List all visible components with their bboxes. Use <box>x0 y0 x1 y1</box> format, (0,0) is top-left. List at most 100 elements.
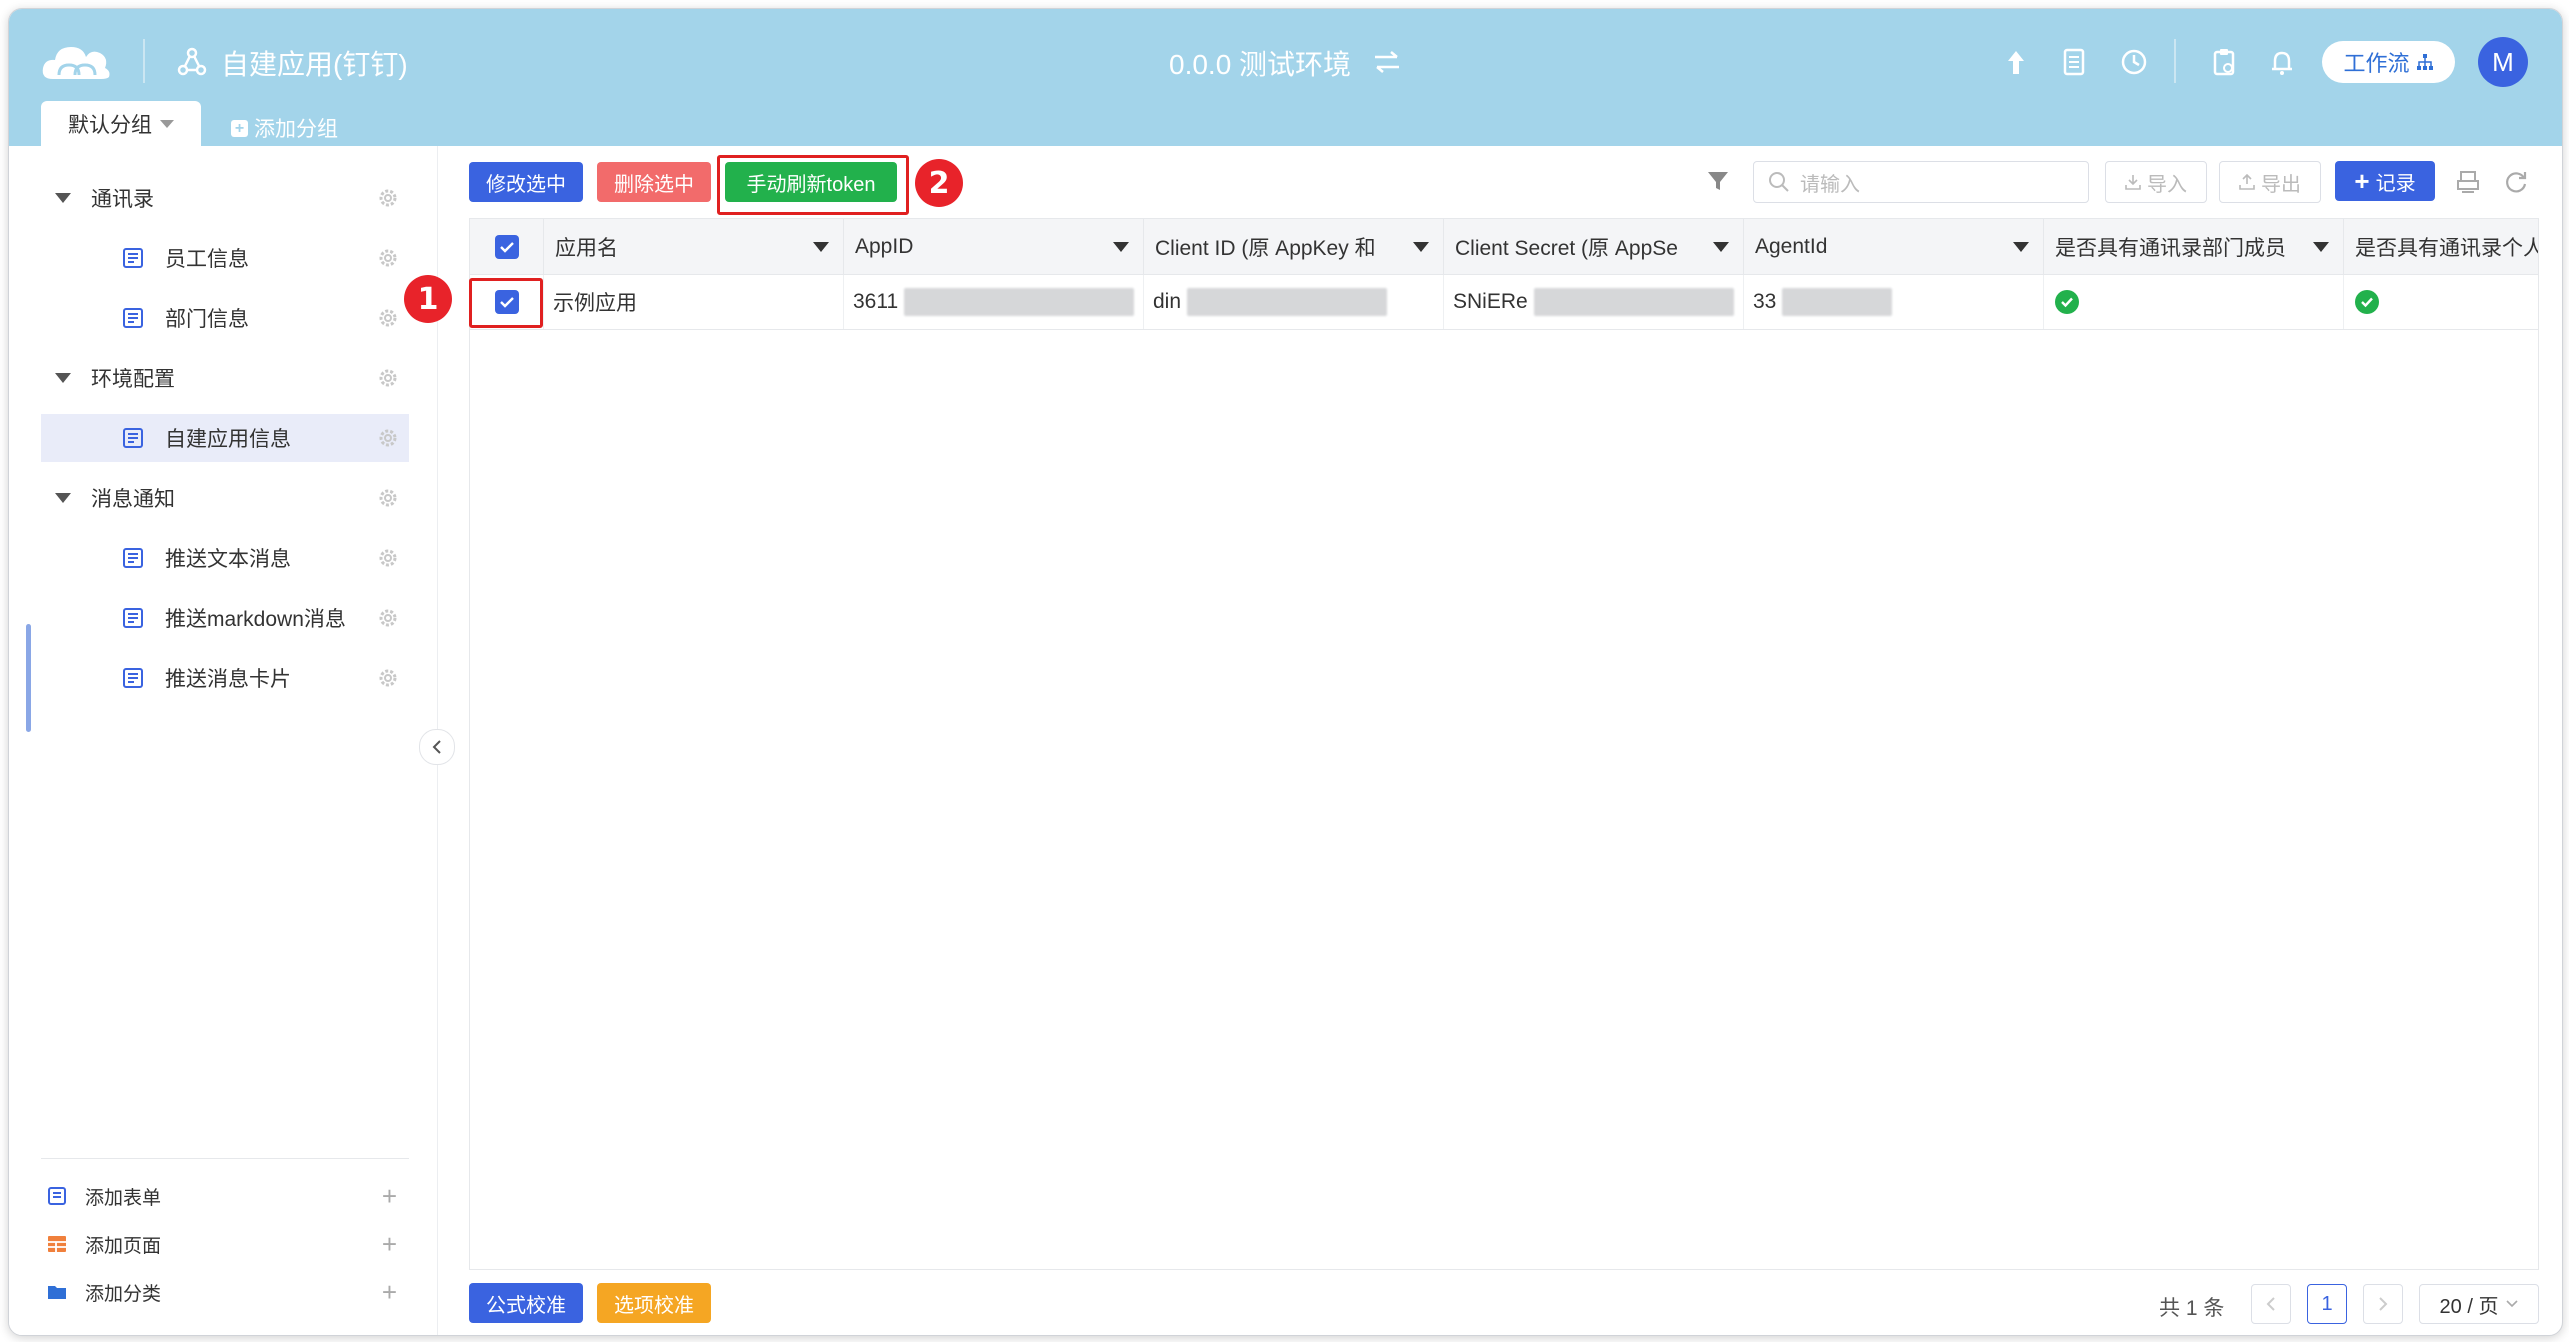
column-header-dept-permission[interactable]: 是否具有通讯录部门成员 <box>2043 219 2344 274</box>
column-header-agent-id[interactable]: AgentId <box>1743 219 2044 274</box>
column-label: AppID <box>855 234 914 258</box>
add-page-button[interactable]: 添加页面 + <box>47 1224 409 1264</box>
formula-check-button[interactable]: 公式校准 <box>469 1283 583 1323</box>
sidebar-group-notifications[interactable]: 消息通知 <box>41 474 409 522</box>
column-header-appid[interactable]: AppID <box>843 219 1144 274</box>
cell-personal-permission[interactable] <box>2343 275 2538 329</box>
select-all-checkbox-cell[interactable] <box>470 219 544 274</box>
sidebar-item-push-card[interactable]: 推送消息卡片 <box>41 654 409 702</box>
add-category-button[interactable]: 添加分类 + <box>47 1272 409 1312</box>
add-page-label: 添加页面 <box>85 1235 162 1257</box>
print-icon[interactable] <box>2455 169 2481 195</box>
next-page-button[interactable] <box>2363 1284 2403 1324</box>
cell-dept-permission[interactable] <box>2043 275 2344 329</box>
gear-icon[interactable] <box>377 247 399 269</box>
add-form-button[interactable]: 添加表单 + <box>47 1176 409 1216</box>
column-header-client-secret[interactable]: Client Secret (原 AppSe <box>1443 219 1744 274</box>
form-icon <box>123 308 143 328</box>
cell-client-id[interactable]: din <box>1143 275 1444 329</box>
filter-icon[interactable] <box>1706 169 1730 193</box>
import-button[interactable]: 导入 <box>2105 161 2207 203</box>
caret-down-icon <box>55 193 71 203</box>
plus-icon: + <box>381 1228 397 1259</box>
tab-default-group[interactable]: 默认分组 <box>41 101 201 146</box>
annotation-badge-2: 2 <box>915 159 963 207</box>
plus-icon: + <box>381 1276 397 1307</box>
search-field[interactable]: 请输入 <box>1753 161 2089 203</box>
user-avatar[interactable]: M <box>2478 37 2528 87</box>
column-header-client-id[interactable]: Client ID (原 AppKey 和 <box>1143 219 1444 274</box>
app-title[interactable]: 自建应用(钉钉) <box>221 43 408 83</box>
cell-agent-id[interactable]: 33 <box>1743 275 2044 329</box>
column-menu-icon[interactable] <box>1113 241 1129 252</box>
environment-title[interactable]: 0.0.0 测试环境 <box>1169 43 1351 83</box>
upload-arrow-icon[interactable] <box>2001 47 2031 77</box>
table-row[interactable]: 示例应用 3611 din SNiERe 33 <box>470 275 2538 330</box>
column-menu-icon[interactable] <box>2013 241 2029 252</box>
column-header-personal-permission[interactable]: 是否具有通讯录个人 <box>2343 219 2538 274</box>
app-structure-icon <box>177 47 207 76</box>
sidebar-divider <box>41 1158 409 1159</box>
clipboard-settings-icon[interactable] <box>2209 47 2239 77</box>
column-header-app-name[interactable]: 应用名 <box>543 219 844 274</box>
sidebar-group-env-config[interactable]: 环境配置 <box>41 354 409 402</box>
page-size-select[interactable]: 20 / 页 <box>2419 1284 2539 1324</box>
column-menu-icon[interactable] <box>2313 241 2329 252</box>
column-menu-icon[interactable] <box>1713 241 1729 252</box>
cell-client-secret[interactable]: SNiERe <box>1443 275 1744 329</box>
edit-selected-button[interactable]: 修改选中 <box>469 162 583 202</box>
page-number-button[interactable]: 1 <box>2307 1284 2347 1324</box>
column-menu-icon[interactable] <box>813 241 829 252</box>
gear-icon[interactable] <box>377 187 399 209</box>
workflow-button[interactable]: 工作流 <box>2322 41 2455 83</box>
gear-icon[interactable] <box>377 607 399 629</box>
prev-page-button[interactable] <box>2251 1284 2291 1324</box>
workflow-tree-icon <box>2416 54 2433 70</box>
cell-text: 33 <box>1753 290 1777 313</box>
select-all-checkbox[interactable] <box>494 234 519 259</box>
sidebar-item-push-markdown[interactable]: 推送markdown消息 <box>41 594 409 642</box>
top-bar: 自建应用(钉钉) 0.0.0 测试环境 工作流 M 默认分组 + 添加分组 <box>9 9 2562 146</box>
gear-icon[interactable] <box>377 427 399 449</box>
add-record-button[interactable]: + 记录 <box>2335 161 2435 201</box>
sidebar-group-label: 环境配置 <box>91 368 175 391</box>
form-icon <box>123 428 143 448</box>
refresh-token-button[interactable]: 手动刷新token <box>725 162 897 202</box>
collapse-sidebar-button[interactable] <box>419 729 455 765</box>
gear-icon[interactable] <box>377 547 399 569</box>
cell-app-name[interactable]: 示例应用 <box>543 275 844 329</box>
cell-text: 3611 <box>853 290 899 313</box>
export-button[interactable]: 导出 <box>2219 161 2321 203</box>
cell-appid[interactable]: 3611 <box>843 275 1144 329</box>
sidebar-item-department-info[interactable]: 部门信息 <box>41 294 409 342</box>
notification-bell-icon[interactable] <box>2267 47 2297 77</box>
history-clock-icon[interactable] <box>2119 47 2149 77</box>
sidebar-item-employee-info[interactable]: 员工信息 <box>41 234 409 282</box>
gear-icon[interactable] <box>377 367 399 389</box>
import-label: 导入 <box>2147 173 2187 196</box>
option-check-button[interactable]: 选项校准 <box>597 1283 711 1323</box>
caret-down-icon <box>160 119 174 128</box>
document-list-icon[interactable] <box>2059 47 2089 77</box>
upload-tray-icon <box>2239 174 2255 190</box>
annotation-badge-1: 1 <box>404 275 452 323</box>
gear-icon[interactable] <box>377 667 399 689</box>
app-window: 自建应用(钉钉) 0.0.0 测试环境 工作流 M 默认分组 + 添加分组 通讯… <box>8 8 2563 1336</box>
sidebar-item-app-info[interactable]: 自建应用信息 <box>41 414 409 462</box>
switch-arrows-icon[interactable] <box>1371 49 1403 75</box>
sidebar-scrollbar[interactable] <box>26 624 31 732</box>
add-group-tab[interactable]: + 添加分组 <box>231 113 338 143</box>
delete-selected-button[interactable]: 删除选中 <box>597 162 711 202</box>
form-icon <box>123 548 143 568</box>
refresh-icon[interactable] <box>2503 169 2529 195</box>
form-icon <box>123 608 143 628</box>
tab-default-group-label: 默认分组 <box>68 113 152 137</box>
column-label: 是否具有通讯录个人 <box>2355 236 2538 260</box>
sidebar-group-contacts[interactable]: 通讯录 <box>41 174 409 222</box>
column-menu-icon[interactable] <box>1413 241 1429 252</box>
gear-icon[interactable] <box>377 487 399 509</box>
redacted-blur <box>1187 288 1388 316</box>
sidebar-item-push-text[interactable]: 推送文本消息 <box>41 534 409 582</box>
gear-icon[interactable] <box>377 307 399 329</box>
logo-cloud-icon[interactable] <box>39 35 113 85</box>
